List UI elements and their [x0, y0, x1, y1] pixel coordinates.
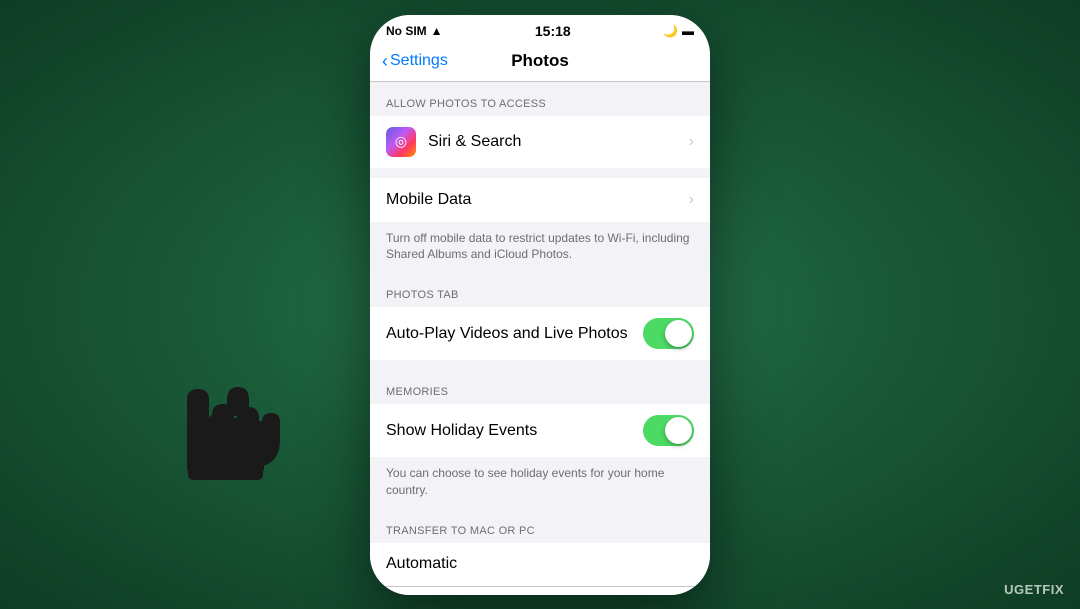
- status-right: 🌙 ▬: [663, 24, 694, 38]
- memories-header: MEMORIES: [370, 370, 710, 404]
- carrier-label: No SIM: [386, 24, 427, 38]
- photos-tab-group: Auto-Play Videos and Live Photos: [370, 307, 710, 360]
- mobile-data-row[interactable]: Mobile Data ›: [370, 178, 710, 222]
- allow-photos-group: ◎ Siri & Search ›: [370, 116, 710, 168]
- mobile-data-group: Mobile Data ›: [370, 178, 710, 222]
- wifi-icon: ▲: [431, 24, 443, 38]
- mobile-data-description: Turn off mobile data to restrict updates…: [370, 222, 710, 274]
- automatic-row[interactable]: Automatic: [370, 543, 710, 587]
- spacer-2: [370, 360, 710, 370]
- autoplay-label: Auto-Play Videos and Live Photos: [386, 325, 643, 343]
- siri-search-chevron-icon: ›: [689, 133, 694, 151]
- back-label[interactable]: Settings: [390, 52, 448, 70]
- page-title: Photos: [511, 51, 569, 71]
- watermark: UGETFIX: [1004, 582, 1064, 597]
- status-bar: No SIM ▲ 15:18 🌙 ▬: [370, 15, 710, 43]
- autoplay-row: Auto-Play Videos and Live Photos: [370, 307, 710, 360]
- siri-icon: ◎: [386, 127, 416, 157]
- back-button[interactable]: ‹ Settings: [382, 52, 448, 70]
- autoplay-toggle-knob: [665, 320, 692, 347]
- hand-cursor-icon: [158, 360, 288, 490]
- memories-group: Show Holiday Events: [370, 404, 710, 457]
- memories-description: You can choose to see holiday events for…: [370, 457, 710, 509]
- moon-icon: 🌙: [663, 24, 678, 38]
- nav-bar: ‹ Settings Photos: [370, 43, 710, 82]
- mobile-data-label: Mobile Data: [386, 191, 689, 209]
- transfer-header: TRANSFER TO MAC OR PC: [370, 509, 710, 543]
- photos-tab-header: PHOTOS TAB: [370, 273, 710, 307]
- siri-search-row[interactable]: ◎ Siri & Search ›: [370, 116, 710, 168]
- holiday-events-label: Show Holiday Events: [386, 422, 643, 440]
- back-chevron-icon: ‹: [382, 52, 388, 70]
- phone-frame: No SIM ▲ 15:18 🌙 ▬ ‹ Settings Photos ALL…: [370, 15, 710, 595]
- holiday-events-row: Show Holiday Events: [370, 404, 710, 457]
- automatic-label: Automatic: [386, 555, 694, 573]
- content-area: ALLOW PHOTOS TO ACCESS ◎ Siri & Search ›…: [370, 82, 710, 595]
- mobile-data-chevron-icon: ›: [689, 191, 694, 209]
- allow-photos-header: ALLOW PHOTOS TO ACCESS: [370, 82, 710, 116]
- transfer-group: Automatic Keep Originals ✓: [370, 543, 710, 595]
- siri-search-label: Siri & Search: [428, 133, 689, 151]
- battery-icon: ▬: [682, 24, 694, 38]
- status-time: 15:18: [535, 23, 571, 39]
- holiday-events-toggle-knob: [665, 417, 692, 444]
- status-left: No SIM ▲: [386, 24, 443, 38]
- keep-originals-row[interactable]: Keep Originals ✓: [370, 587, 710, 595]
- holiday-events-toggle[interactable]: [643, 415, 694, 446]
- autoplay-toggle[interactable]: [643, 318, 694, 349]
- spacer-1: [370, 168, 710, 178]
